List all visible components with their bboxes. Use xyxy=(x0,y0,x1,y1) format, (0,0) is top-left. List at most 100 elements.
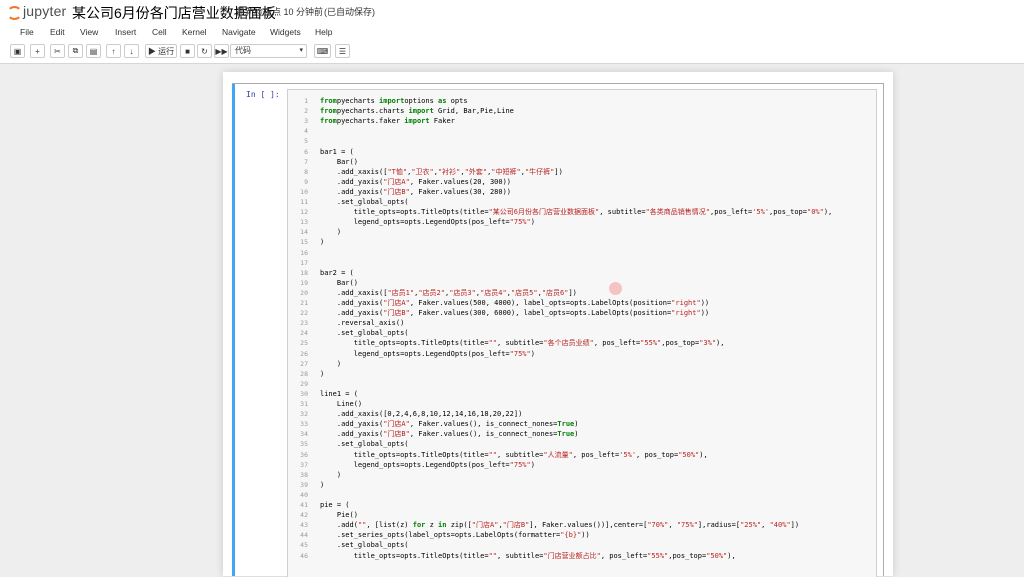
code-line[interactable]: 9 .add_yaxis("门店A", Faker.values(20, 300… xyxy=(288,177,876,187)
code-line[interactable]: 43 .add("", [list(z) for z in zip(["门店A"… xyxy=(288,520,876,530)
code-line[interactable]: 8 .add_xaxis(["T恤","卫衣","衬衫","外套","中短裤",… xyxy=(288,167,876,177)
restart-run-all-button[interactable]: ▶▶ xyxy=(214,44,229,58)
code-line[interactable]: 16 xyxy=(288,248,876,258)
code-line[interactable]: 3 frompyecharts.faker import Faker xyxy=(288,116,876,126)
paste-button[interactable]: ▤ xyxy=(86,44,101,58)
code-token: bar1 = ( xyxy=(320,147,354,156)
code-line[interactable]: 32 .add_xaxis([0,2,4,6,8,10,12,14,16,18,… xyxy=(288,409,876,419)
code-token: "" xyxy=(488,450,498,459)
code-token: "40%" xyxy=(769,521,791,530)
code-token: )) xyxy=(700,309,710,318)
command-palette-button[interactable]: ⌨ xyxy=(314,44,331,58)
code-token: "门店B" xyxy=(383,309,410,318)
code-line[interactable]: 1 frompyecharts importoptions as opts xyxy=(288,96,876,106)
code-line[interactable]: 7 Bar() xyxy=(288,157,876,167)
code-line[interactable]: 2 frompyecharts.charts import Grid, Bar,P… xyxy=(288,106,876,116)
cut-button[interactable]: ✂ xyxy=(50,44,65,58)
save-button[interactable]: ▣ xyxy=(10,44,25,58)
code-token: "人流量" xyxy=(543,450,573,459)
code-line[interactable]: 4 xyxy=(288,126,876,136)
move-down-button[interactable]: ↓ xyxy=(124,44,139,58)
code-line[interactable]: 23 .reversal_axis() xyxy=(288,318,876,328)
code-text: .add_xaxis(["店员1","店员2","店员3","店员4","店员5… xyxy=(320,288,577,298)
jupyter-brand[interactable]: jupyter xyxy=(6,3,66,20)
code-text: title_opts=opts.TitleOpts(title="", subt… xyxy=(320,450,708,460)
plus-icon: + xyxy=(35,46,40,56)
code-line[interactable]: 31 Line() xyxy=(288,399,876,409)
code-line[interactable]: 17 xyxy=(288,258,876,268)
code-line[interactable]: 24 .set_global_opts( xyxy=(288,328,876,338)
code-line[interactable]: 45 .set_global_opts( xyxy=(288,540,876,550)
toc-button[interactable]: ☰ xyxy=(335,44,350,58)
cell-type-select[interactable]: 代码 ▾ xyxy=(230,44,307,58)
code-line[interactable]: 34 .add_yaxis("门店B", Faker.values(), is_… xyxy=(288,429,876,439)
menu-kernel[interactable]: Kernel xyxy=(182,25,207,39)
code-line[interactable]: 36 title_opts=opts.TitleOpts(title="", s… xyxy=(288,450,876,460)
code-token: legend_opts=opts.LegendOpts(pos_left= xyxy=(320,460,510,469)
code-token: "" xyxy=(488,551,498,560)
code-line[interactable]: 5 xyxy=(288,136,876,146)
code-text: legend_opts=opts.LegendOpts(pos_left="75… xyxy=(320,349,535,359)
code-line[interactable]: 15) xyxy=(288,237,876,247)
code-line[interactable]: 11 .set_global_opts( xyxy=(288,197,876,207)
copy-button[interactable]: ⧉ xyxy=(68,44,83,58)
code-line[interactable]: 27 ) xyxy=(288,359,876,369)
interrupt-button[interactable]: ■ xyxy=(180,44,195,58)
line-number: 31 xyxy=(300,400,308,408)
code-line[interactable]: 38 ) xyxy=(288,470,876,480)
menu-cell[interactable]: Cell xyxy=(152,25,167,39)
code-token: ) xyxy=(574,430,579,439)
code-token: .add_yaxis( xyxy=(320,420,384,429)
code-line[interactable]: 13 legend_opts=opts.LegendOpts(pos_left=… xyxy=(288,217,876,227)
menu-widgets[interactable]: Widgets xyxy=(270,25,301,39)
cell-type-value: 代码 xyxy=(235,46,251,55)
code-token: ), xyxy=(716,339,725,348)
code-editor[interactable]: 1 frompyecharts importoptions as opts 2 fro… xyxy=(287,89,877,577)
code-token: ) xyxy=(530,349,535,358)
menu-insert[interactable]: Insert xyxy=(115,25,136,39)
code-token: import xyxy=(408,107,434,116)
code-line[interactable]: 33 .add_yaxis("门店A", Faker.values(), is_… xyxy=(288,419,876,429)
code-token: "{b}" xyxy=(560,531,582,540)
code-line[interactable]: 12 title_opts=opts.TitleOpts(title="某公司6… xyxy=(288,207,876,217)
code-token: ]) xyxy=(790,521,800,530)
code-token: ) xyxy=(530,460,535,469)
code-line[interactable]: 28) xyxy=(288,369,876,379)
menu-edit[interactable]: Edit xyxy=(50,25,65,39)
code-line[interactable]: 25 title_opts=opts.TitleOpts(title="", s… xyxy=(288,338,876,348)
code-line[interactable]: 40 xyxy=(288,490,876,500)
line-number: 17 xyxy=(300,258,308,267)
code-line[interactable]: 6 bar1 = ( xyxy=(288,147,876,157)
code-cell[interactable]: In [ ]: 1 frompyecharts importoptions as … xyxy=(232,83,884,577)
code-line[interactable]: 21 .add_yaxis("门店A", Faker.values(500, 4… xyxy=(288,298,876,308)
code-line[interactable]: 30 line1 = ( xyxy=(288,389,876,399)
line-number: 5 xyxy=(304,137,308,146)
menu-help[interactable]: Help xyxy=(315,25,332,39)
menu-navigate[interactable]: Navigate xyxy=(222,25,256,39)
menu-file[interactable]: File xyxy=(20,25,34,39)
move-up-button[interactable]: ↑ xyxy=(106,44,121,58)
code-line[interactable]: 14 ) xyxy=(288,227,876,237)
menu-view[interactable]: View xyxy=(80,25,98,39)
code-line[interactable]: 26 legend_opts=opts.LegendOpts(pos_left=… xyxy=(288,349,876,359)
code-token: title_opts=opts.TitleOpts(title= xyxy=(320,208,489,217)
code-line[interactable]: 42 Pie() xyxy=(288,510,876,520)
code-line[interactable]: 39) xyxy=(288,480,876,490)
code-line[interactable]: 10 .add_yaxis("门店B", Faker.values(30, 28… xyxy=(288,187,876,197)
run-button[interactable]: ▶ 运行 xyxy=(145,44,177,58)
restart-button[interactable]: ↻ xyxy=(197,44,212,58)
insert-cell-button[interactable]: + xyxy=(30,44,45,58)
code-line[interactable]: 37 legend_opts=opts.LegendOpts(pos_left=… xyxy=(288,460,876,470)
code-line[interactable]: 41 pie = ( xyxy=(288,500,876,510)
code-token: "门店A" xyxy=(383,299,410,307)
code-token: bar2 = ( xyxy=(320,268,354,277)
code-line[interactable]: 35 .set_global_opts( xyxy=(288,439,876,449)
code-line[interactable]: 29 xyxy=(288,379,876,389)
code-line[interactable]: 19 Bar() xyxy=(288,278,876,288)
code-line[interactable]: 22 .add_yaxis("门店B", Faker.values(300, 6… xyxy=(288,308,876,318)
code-line[interactable]: 20 .add_xaxis(["店员1","店员2","店员3","店员4","… xyxy=(288,288,876,298)
code-line[interactable]: 44 .set_series_opts(label_opts=opts.Labe… xyxy=(288,530,876,540)
code-line[interactable]: 46 title_opts=opts.TitleOpts(title="", s… xyxy=(288,551,876,561)
code-token: ]) xyxy=(554,167,563,176)
code-line[interactable]: 18 bar2 = ( xyxy=(288,268,876,278)
